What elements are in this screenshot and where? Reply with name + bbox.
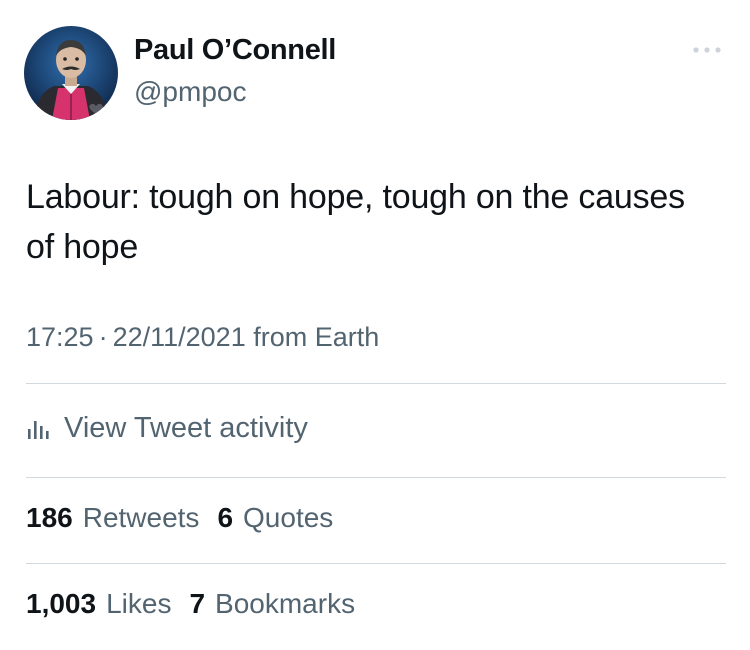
tweet-date[interactable]: 22/11/2021	[113, 322, 246, 352]
avatar[interactable]	[24, 26, 118, 120]
more-options-button[interactable]	[690, 36, 724, 64]
likes-count: 1,003	[26, 588, 97, 619]
quotes-stat[interactable]: 6 Quotes	[217, 502, 333, 534]
retweets-count: 186	[26, 502, 73, 533]
author-handle[interactable]: @pmpoc	[134, 76, 246, 108]
bar-chart-icon	[28, 421, 49, 439]
tweet-text: Labour: tough on hope, tough on the caus…	[26, 178, 685, 266]
likes-stat[interactable]: 1,003 Likes	[26, 588, 171, 620]
likes-label: Likes	[106, 588, 172, 619]
bookmarks-count: 7	[189, 588, 206, 619]
divider	[26, 383, 726, 384]
quotes-label: Quotes	[243, 502, 334, 533]
retweets-label: Retweets	[82, 502, 200, 533]
avatar-image	[24, 26, 118, 120]
bookmarks-label: Bookmarks	[215, 588, 356, 619]
retweets-stat[interactable]: 186 Retweets	[26, 502, 199, 534]
tweet-card: Paul O’Connell @pmpoc Labour: tough on h…	[0, 0, 750, 650]
tweet-source: from Earth	[253, 322, 380, 352]
author-name[interactable]: Paul O’Connell	[134, 34, 336, 67]
bookmarks-stat[interactable]: 7 Bookmarks	[189, 588, 355, 620]
retweet-quote-stats: 186 Retweets 6 Quotes	[26, 502, 351, 534]
view-activity-link[interactable]: View Tweet activity	[26, 408, 308, 448]
divider	[26, 563, 726, 564]
tweet-metadata: 17:25 · 22/11/2021 from Earth	[26, 322, 379, 353]
divider	[26, 477, 726, 478]
quotes-count: 6	[217, 502, 234, 533]
meta-separator: ·	[98, 322, 108, 352]
like-bookmark-stats: 1,003 Likes 7 Bookmarks	[26, 588, 373, 620]
more-icon	[693, 47, 721, 53]
view-activity-label: View Tweet activity	[64, 411, 308, 444]
tweet-time[interactable]: 17:25	[26, 322, 94, 352]
